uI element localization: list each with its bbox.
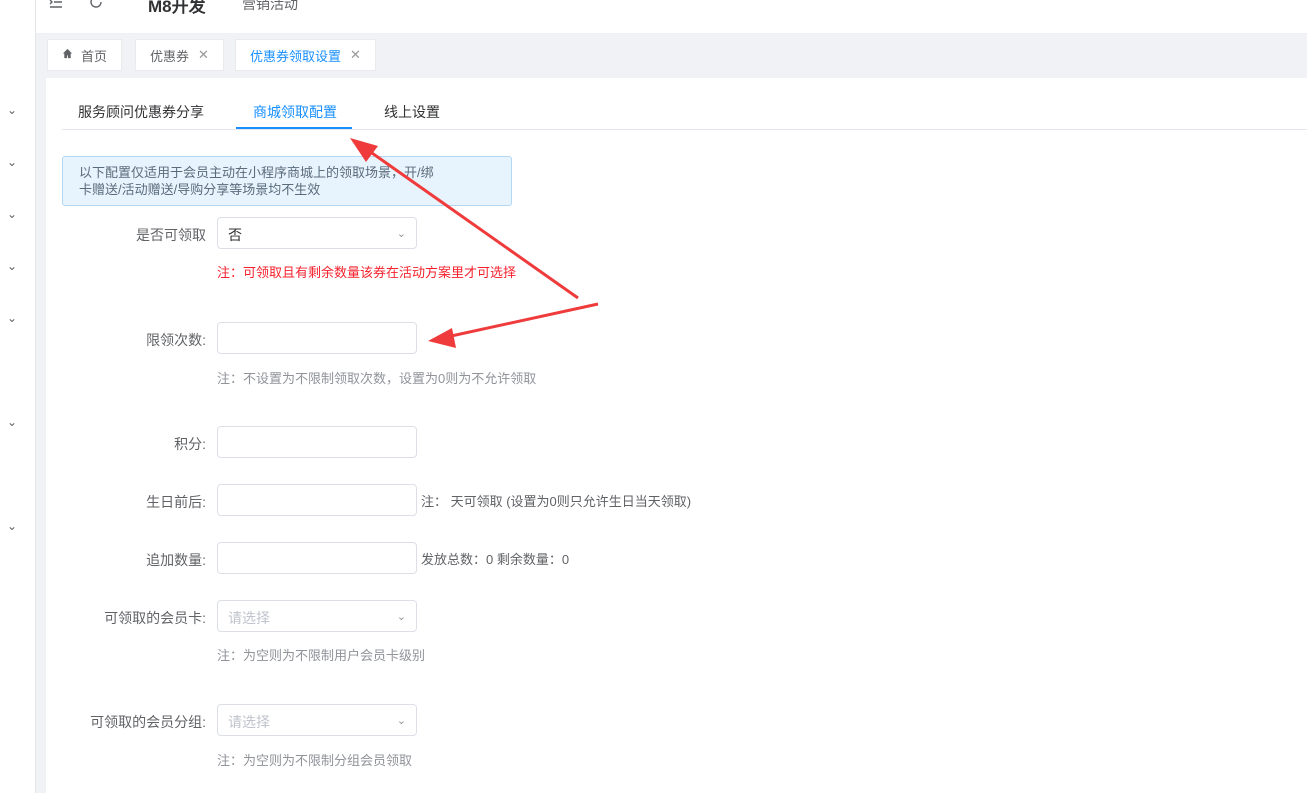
chevron-down-icon[interactable]: ⌄ <box>6 520 18 532</box>
limit-label: 限领次数: <box>146 332 206 348</box>
chevron-down-icon[interactable]: ⌄ <box>6 156 18 168</box>
add-qty-input[interactable] <box>217 542 417 574</box>
limit-input[interactable] <box>217 322 417 354</box>
alert-line: 以下配置仅适用于会员主动在小程序商城上的领取场景，开/绑 <box>79 165 434 180</box>
chevron-down-icon: ⌄ <box>396 715 406 727</box>
tags-view: 首页 优惠券 ✕ 优惠券领取设置 ✕ <box>36 34 1307 76</box>
tab-active-indicator <box>236 127 352 129</box>
claimable-value: 否 <box>228 227 242 243</box>
chevron-down-icon[interactable]: ⌄ <box>6 416 18 428</box>
main-panel: 服务顾问优惠券分享 商城领取配置 线上设置 以下配置仅适用于会员主动在小程序商城… <box>46 78 1307 793</box>
tag-label: 首页 <box>81 48 108 64</box>
close-icon[interactable]: ✕ <box>350 47 361 63</box>
menu-fold-icon[interactable] <box>48 0 66 12</box>
birthday-input[interactable] <box>217 484 417 516</box>
chevron-down-icon[interactable]: ⌄ <box>6 260 18 272</box>
tag-home[interactable]: 首页 <box>47 39 123 71</box>
home-icon <box>62 48 73 62</box>
close-icon[interactable]: ✕ <box>198 47 209 63</box>
claimable-select[interactable]: 否 ⌄ <box>217 217 417 249</box>
points-label: 积分: <box>174 436 206 452</box>
member-group-note: 注：为空则为不限制分组会员领取 <box>217 753 413 768</box>
chevron-down-icon: ⌄ <box>396 228 406 240</box>
member-group-placeholder: 请选择 <box>228 714 270 730</box>
tab-online-settings[interactable]: 线上设置 <box>384 94 440 130</box>
claimable-note: 注：可领取且有剩余数量该券在活动方案里才可选择 <box>217 265 517 280</box>
breadcrumb[interactable]: 营销活动 <box>242 0 298 14</box>
tab-mall-claim-config[interactable]: 商城领取配置 <box>253 94 337 130</box>
limit-note: 注：不设置为不限制领取次数，设置为0则为不允许领取 <box>217 371 537 386</box>
member-card-select[interactable]: 请选择 ⌄ <box>217 600 417 632</box>
info-alert: 以下配置仅适用于会员主动在小程序商城上的领取场景，开/绑 卡赠送/活动赠送/导购… <box>62 156 512 206</box>
refresh-icon[interactable] <box>88 0 106 12</box>
claimable-label: 是否可领取 <box>136 227 206 243</box>
alert-line: 卡赠送/活动赠送/导购分享等场景均不生效 <box>79 182 321 197</box>
tag-label: 优惠券 <box>150 48 190 64</box>
chevron-down-icon[interactable]: ⌄ <box>6 312 18 324</box>
member-group-select[interactable]: 请选择 ⌄ <box>217 704 417 736</box>
member-card-note: 注：为空则为不限制用户会员卡级别 <box>217 648 426 663</box>
member-card-placeholder: 请选择 <box>228 610 270 626</box>
chevron-down-icon[interactable]: ⌄ <box>6 208 18 220</box>
birthday-note: 注： 天可领取 (设置为0则只允许生日当天领取) <box>421 494 692 509</box>
birthday-label: 生日前后: <box>146 494 206 510</box>
tag-coupon[interactable]: 优惠券 ✕ <box>135 39 224 71</box>
member-group-label: 可领取的会员分组: <box>90 714 206 730</box>
add-qty-label: 追加数量: <box>146 552 206 568</box>
app-brand: M8开发 <box>148 0 206 16</box>
tab-advisor-coupon-share[interactable]: 服务顾问优惠券分享 <box>78 94 204 130</box>
tab-bar: 服务顾问优惠券分享 商城领取配置 线上设置 <box>62 94 1307 130</box>
issue-count-note: 发放总数：0 剩余数量：0 <box>421 552 570 567</box>
chevron-down-icon[interactable]: ⌄ <box>6 104 18 116</box>
member-card-label: 可领取的会员卡: <box>104 610 206 626</box>
tag-coupon-claim-settings[interactable]: 优惠券领取设置 ✕ <box>235 39 376 71</box>
top-navbar: M8开发 营销活动 <box>36 0 1307 34</box>
chevron-down-icon: ⌄ <box>396 611 406 623</box>
points-input[interactable] <box>217 426 417 458</box>
sidebar: ⌄ ⌄ ⌄ ⌄ ⌄ ⌄ ⌄ <box>0 0 36 793</box>
tag-label: 优惠券领取设置 <box>250 48 342 64</box>
